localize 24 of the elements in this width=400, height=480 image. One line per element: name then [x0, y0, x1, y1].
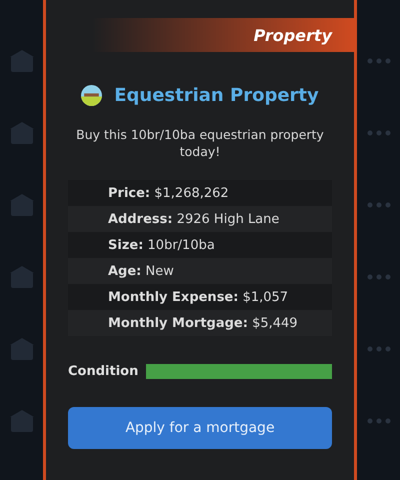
more-icon — [366, 274, 390, 280]
house-icon — [8, 336, 34, 362]
more-icon — [366, 130, 390, 136]
house-icon — [8, 264, 34, 290]
detail-text: Size: 10br/10ba — [108, 238, 215, 252]
house-icon — [8, 192, 34, 218]
property-title: Equestrian Property — [114, 85, 319, 106]
detail-text: Monthly Expense: $1,057 — [108, 290, 288, 304]
mortgage-button[interactable]: Apply for a mortgage — [68, 407, 332, 449]
property-description: Buy this 10br/10ba equestrian property today! — [75, 126, 325, 160]
landscape-icon — [81, 85, 102, 106]
house-icon — [8, 408, 34, 434]
detail-text: Age: New — [108, 264, 174, 278]
more-icon — [366, 418, 390, 424]
more-icon — [366, 346, 390, 352]
more-icon — [366, 58, 390, 64]
category-label: Property — [254, 26, 332, 44]
detail-text: Address: 2926 High Lane — [108, 212, 280, 226]
detail-text: Monthly Mortgage: $5,449 — [108, 316, 298, 330]
condition-label: Condition — [68, 364, 138, 379]
house-icon — [8, 120, 34, 146]
more-icon — [366, 202, 390, 208]
house-icon — [8, 48, 34, 74]
detail-text: Price: $1,268,262 — [108, 186, 229, 200]
